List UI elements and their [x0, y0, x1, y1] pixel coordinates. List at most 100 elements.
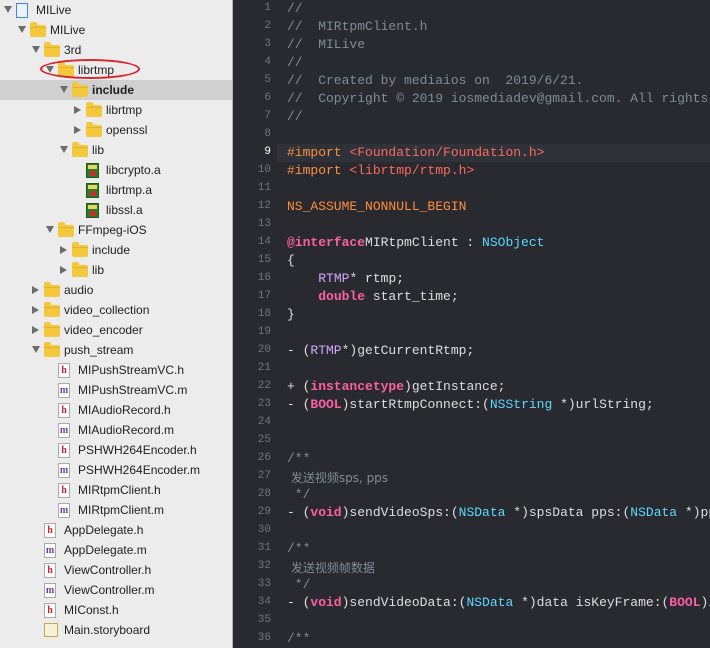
code-token: *)ppsData; — [684, 505, 710, 520]
code-line[interactable]: /** — [287, 631, 310, 646]
disclosure-closed-icon[interactable] — [74, 126, 81, 134]
code-line[interactable]: double start_time; — [287, 289, 458, 304]
code-line[interactable]: /** — [287, 451, 310, 466]
disclosure-closed-icon[interactable] — [60, 246, 67, 254]
navigator-item[interactable]: h MIRtpmClient.h — [0, 480, 232, 500]
navigator-item[interactable]: audio — [0, 280, 232, 300]
navigator-item[interactable]: push_stream — [0, 340, 232, 360]
code-line[interactable]: - (void)sendVideoData:(NSData *)data isK… — [287, 595, 710, 610]
navigator-item[interactable]: m ViewController.m — [0, 580, 232, 600]
navigator-item[interactable]: Main.storyboard — [0, 620, 232, 640]
navigator-item[interactable]: m AppDelegate.m — [0, 540, 232, 560]
navigator-item[interactable]: openssl — [0, 120, 232, 140]
navigator-item[interactable]: h MIPushStreamVC.h — [0, 360, 232, 380]
navigator-item[interactable]: MILive — [0, 20, 232, 40]
folder-icon — [72, 82, 88, 97]
code-line[interactable]: // MIRtpmClient.h — [287, 19, 427, 34]
code-token: + ( — [287, 379, 311, 394]
navigator-item-label: PSHWH264Encoder.m — [78, 463, 201, 477]
code-token: <Foundation/Foundation.h> — [349, 145, 545, 160]
disclosure-open-icon[interactable] — [32, 46, 40, 53]
code-line[interactable]: // Copyright © 2019 iosmediadev@gmail.co… — [287, 91, 710, 106]
disclosure-closed-icon[interactable] — [60, 266, 67, 274]
project-navigator: MILive MILive 3rd librtmp include librtmp open… — [0, 0, 233, 648]
implementation-file-icon: m — [44, 543, 56, 558]
navigator-item[interactable]: librtmp — [0, 100, 232, 120]
navigator-item[interactable]: libssl.a — [0, 200, 232, 220]
navigator-item[interactable]: MILive — [0, 0, 232, 20]
navigator-item[interactable]: h PSHWH264Encoder.h — [0, 440, 232, 460]
navigator-item[interactable]: h AppDelegate.h — [0, 520, 232, 540]
navigator-item[interactable]: h MIConst.h — [0, 600, 232, 620]
code-line[interactable]: */ — [287, 577, 311, 592]
code-token: { — [287, 253, 295, 268]
navigator-item[interactable]: h MIAudioRecord.h — [0, 400, 232, 420]
disclosure-closed-icon[interactable] — [32, 306, 39, 314]
code-line[interactable]: // Created by mediaios on 2019/6/21. — [287, 73, 583, 88]
navigator-item-label: PSHWH264Encoder.h — [78, 443, 197, 457]
navigator-item[interactable]: lib — [0, 260, 232, 280]
folder-icon — [86, 122, 102, 137]
navigator-item-label: ViewController.m — [64, 583, 155, 597]
line-number: 22 — [257, 380, 271, 392]
navigator-item-label: push_stream — [64, 343, 134, 357]
navigator-item[interactable]: video_encoder — [0, 320, 232, 340]
navigator-item[interactable]: m MIRtpmClient.m — [0, 500, 232, 520]
navigator-item[interactable]: m PSHWH264Encoder.m — [0, 460, 232, 480]
code-line[interactable]: */ — [287, 487, 311, 502]
navigator-item[interactable]: m MIAudioRecord.m — [0, 420, 232, 440]
static-library-icon — [86, 183, 99, 198]
code-line[interactable]: // — [287, 109, 303, 124]
code-line[interactable]: NS_ASSUME_NONNULL_BEGIN — [287, 199, 466, 214]
code-editor[interactable]: 1 2 3 4 5 6 7 8 9 10 11 12 13 14 15 16 17 18 19 20 21 22 23 24 2… — [233, 0, 710, 648]
line-number: 17 — [257, 290, 271, 302]
code-line[interactable]: // MILive — [287, 37, 365, 52]
disclosure-closed-icon[interactable] — [32, 326, 39, 334]
disclosure-closed-icon[interactable] — [74, 106, 81, 114]
line-number: 4 — [264, 56, 271, 68]
navigator-item-label: openssl — [106, 123, 148, 137]
disclosure-open-icon[interactable] — [4, 6, 12, 13]
navigator-item[interactable]: include — [0, 80, 232, 100]
disclosure-open-icon[interactable] — [60, 146, 68, 153]
line-number: 27 — [257, 470, 271, 482]
line-number: 36 — [257, 632, 271, 644]
code-line[interactable]: /** — [287, 541, 310, 556]
code-line[interactable]: { — [287, 253, 295, 268]
navigator-item[interactable]: FFmpeg-iOS — [0, 220, 232, 240]
code-line[interactable]: - (void)sendVideoSps:(NSData *)spsData p… — [287, 505, 710, 520]
navigator-item[interactable]: video_collection — [0, 300, 232, 320]
navigator-item[interactable]: m MIPushStreamVC.m — [0, 380, 232, 400]
disclosure-open-icon[interactable] — [18, 26, 26, 33]
line-number: 20 — [257, 344, 271, 356]
disclosure-closed-icon[interactable] — [32, 286, 39, 294]
code-line[interactable]: @interfaceMIRtpmClient : NSObject — [287, 235, 544, 250]
disclosure-open-icon[interactable] — [32, 346, 40, 353]
code-token: - ( — [287, 505, 311, 520]
code-line[interactable]: #import <librtmp/rtmp.h> — [287, 163, 474, 178]
code-line[interactable]: } — [287, 307, 295, 322]
header-file-icon: h — [44, 523, 56, 538]
navigator-item[interactable]: 3rd — [0, 40, 232, 60]
navigator-item-label: librtmp — [106, 103, 143, 117]
code-line[interactable]: - (RTMP*)getCurrentRtmp; — [287, 343, 474, 358]
code-line[interactable]: - (BOOL)startRtmpConnect:(NSString *)url… — [287, 397, 654, 412]
code-line[interactable]: // — [287, 55, 303, 70]
code-line[interactable]: RTMP* rtmp; — [287, 271, 404, 286]
navigator-item[interactable]: lib — [0, 140, 232, 160]
navigator-item-label: include — [92, 243, 131, 257]
code-line[interactable]: + (instancetype)getInstance; — [287, 379, 505, 394]
code-line[interactable]: // — [287, 1, 303, 16]
disclosure-open-icon[interactable] — [46, 226, 54, 233]
disclosure-open-icon[interactable] — [60, 86, 68, 93]
navigator-item[interactable]: librtmp.a — [0, 180, 232, 200]
code-line[interactable]: #import <Foundation/Foundation.h> — [287, 145, 544, 160]
navigator-item[interactable]: include — [0, 240, 232, 260]
code-line[interactable]: 发送视频帧数据 — [287, 559, 375, 576]
navigator-item[interactable]: h ViewController.h — [0, 560, 232, 580]
code-token: double — [318, 289, 366, 304]
code-line[interactable]: 发送视频sps, pps — [287, 469, 388, 486]
navigator-item[interactable]: libcrypto.a — [0, 160, 232, 180]
code-token: #import — [287, 163, 350, 178]
